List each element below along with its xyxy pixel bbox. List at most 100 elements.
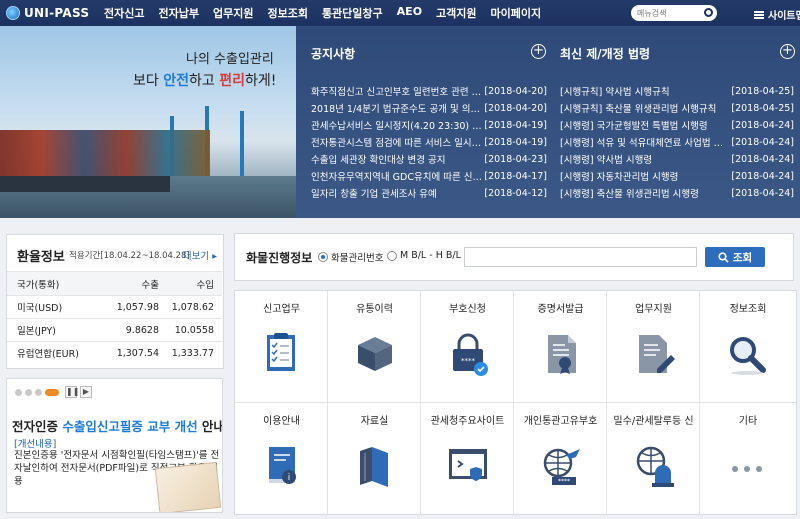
notice-item[interactable]: 2018년 1/4분기 법규준수도 공개 및 의견제... [2018-04-20… [311, 100, 547, 116]
magnifier-icon [730, 337, 766, 375]
table-header-row: 국가(통화) 수출 수입 [7, 271, 222, 295]
menu-search [631, 5, 717, 21]
service-work-support[interactable]: 업무지원 [607, 291, 700, 403]
law-item[interactable]: [시행령] 축산물 위생관리법 시행령 [2018-04-24] [560, 185, 794, 201]
sitemap-button[interactable]: 사이트맵 [754, 7, 800, 22]
notice-item[interactable]: 인천자유무역지역내 GDC유치에 따른 신규 ... [2018-04-17] [311, 168, 547, 184]
more-icon [732, 466, 762, 472]
ship-hull-image [0, 176, 170, 192]
radio-bl-number[interactable]: M B/L - H B/L [387, 250, 461, 261]
laws-section: 최신 제/개정 법령 + [시행규칙] 약사법 시행규칙 [2018-04-25]… [558, 26, 798, 218]
service-code-application[interactable]: 부호신청 **** [421, 291, 514, 403]
search-icon[interactable] [704, 8, 713, 17]
carousel-controls: ❚❚ ▶ [15, 386, 92, 398]
carousel-subtitle: [개선내용] [14, 439, 57, 450]
cargo-search-button[interactable]: 조회 [705, 247, 765, 267]
certificate-icon [548, 335, 576, 374]
svg-text:i: i [288, 473, 291, 483]
menu-item[interactable]: 업무지원 [213, 5, 253, 21]
notice-item[interactable]: 전자통관시스템 점검에 따른 서비스 일시중... [2018-04-19] [311, 134, 547, 150]
menu-item[interactable]: 통관단일창구 [322, 5, 383, 21]
globe-plane-icon: **** [543, 448, 580, 485]
menu-search-input[interactable] [637, 8, 701, 18]
banner-line-2: 보다 안전하고 편리하게! [133, 73, 277, 89]
service-certificate[interactable]: 증명서발급 [514, 291, 607, 403]
law-item[interactable]: [시행규칙] 약사법 시행규칙 [2018-04-25] [560, 83, 794, 99]
svg-text:****: **** [558, 478, 570, 485]
menu-item[interactable]: 마이페이지 [491, 5, 542, 21]
service-personal-customs-code[interactable]: 개인통관고유부호 **** [514, 403, 607, 515]
menu-item[interactable]: 고객지원 [436, 5, 476, 21]
service-guide[interactable]: 이용안내 i [235, 403, 328, 515]
carousel-dot[interactable] [15, 388, 22, 396]
exchange-table: 국가(통화) 수출 수입 미국(USD) 1,057.98 1,078.62 일본(JP… [7, 271, 222, 364]
globe-icon [6, 6, 20, 20]
service-info-lookup[interactable]: 정보조회 [700, 291, 796, 403]
laws-more-icon[interactable]: + [780, 44, 795, 59]
info-book-icon: i [269, 447, 296, 484]
banner-line-1: 나의 수출입관리 [186, 52, 274, 67]
crane-shape [240, 111, 244, 176]
menu-item[interactable]: 전자납부 [158, 5, 198, 21]
cargo-tracking-panel: 화물진행정보 화물관리번호 M B/L - H B/L 조회 [234, 233, 794, 281]
browser-shield-icon [449, 449, 487, 481]
law-item[interactable]: [시행령] 석유 및 석유대체연료 사업법 시... [2018-04-24] [560, 134, 794, 150]
service-customs-sites[interactable]: 관세청주요사이트 [421, 403, 514, 515]
exchange-period: 적용기간[18.04.22~18.04.28] [69, 251, 190, 261]
service-grid: 신고업무 유통이력 부호신청 **** 증명서발급 업무지원 정보조회 이용안내… [234, 290, 797, 515]
service-declaration[interactable]: 신고업무 [235, 291, 328, 403]
law-item[interactable]: [시행령] 국가균형발전 특별법 시행령 [2018-04-24] [560, 117, 794, 133]
table-row: 유럽연합(EUR) 1,307.54 1,333.77 [7, 341, 222, 364]
table-row: 일본(JPY) 9.8628 10.0558 [7, 318, 222, 341]
hamburger-icon [754, 10, 764, 19]
carousel-dot[interactable] [35, 388, 42, 396]
radio-unchecked-icon [387, 250, 397, 261]
lock-icon: **** [453, 333, 488, 376]
logo-text: UNI-PASS [24, 6, 90, 20]
radio-cargo-number[interactable]: 화물관리번호 [318, 250, 383, 264]
menu-item[interactable]: AEO [397, 5, 422, 21]
laws-title[interactable]: 최신 제/개정 법령 [560, 45, 650, 62]
hero-banner[interactable]: 나의 수출입관리 보다 안전하고 편리하게! [0, 26, 296, 218]
service-other[interactable]: 기타 [700, 403, 796, 515]
books-icon [360, 447, 388, 487]
carousel-dot-active[interactable] [45, 388, 59, 396]
law-item[interactable]: [시행규칙] 축산물 위생관리법 시행규칙 [2018-04-25] [560, 100, 794, 116]
law-item[interactable]: [시행령] 약사법 시행령 [2018-04-24] [560, 151, 794, 167]
carousel-dot[interactable] [25, 388, 32, 396]
logo[interactable]: UNI-PASS [6, 6, 94, 20]
service-smuggling-report[interactable]: 밀수/관세탈루등 신 [607, 403, 700, 515]
notice-more-icon[interactable]: + [531, 44, 546, 59]
table-row: 미국(USD) 1,057.98 1,078.62 [7, 295, 222, 318]
sitemap-label: 사이트맵 [768, 11, 800, 22]
notice-item[interactable]: 관세수납서비스 일시정지(4.20 23:30) 안내 [2018-04-19] [311, 117, 547, 133]
notice-section: 공지사항 + 화주직접신고 신고인부호 일련번호 관련 안... [2018-04… [296, 26, 550, 218]
document-image [154, 461, 222, 512]
main-menu: 전자신고 전자납부 업무지원 정보조회 통관단일창구 AEO 고객지원 마이페이… [104, 5, 555, 21]
service-library[interactable]: 자료실 [328, 403, 421, 515]
notice-item[interactable]: 일자리 창출 기업 관세조사 유예 [2018-04-12] [311, 185, 547, 201]
exchange-title: 환율정보 [17, 250, 65, 265]
notice-carousel[interactable]: ❚❚ ▶ 전자인증 수출입신고필증 교부 개선 안내 [개선내용] 진본인증용 … [6, 378, 223, 513]
pause-icon[interactable]: ❚❚ [65, 386, 79, 398]
menu-item[interactable]: 정보조회 [267, 5, 307, 21]
radio-checked-icon [318, 252, 328, 262]
menu-item[interactable]: 전자신고 [104, 5, 144, 21]
service-distribution-history[interactable]: 유통이력 [328, 291, 421, 403]
notice-title[interactable]: 공지사항 [311, 45, 355, 62]
search-icon [718, 251, 729, 263]
top-nav-bar: UNI-PASS 전자신고 전자납부 업무지원 정보조회 통관단일창구 AEO … [0, 0, 800, 26]
notice-item[interactable]: 화주직접신고 신고인부호 일련번호 관련 안... [2018-04-20] [311, 83, 547, 99]
exchange-rate-panel: 환율정보 적용기간[18.04.22~18.04.28] 더보기 ▸ 국가(통화… [6, 234, 224, 369]
law-item[interactable]: [시행령] 자동차관리법 시행령 [2018-04-24] [560, 168, 794, 184]
notice-item[interactable]: 수출입 세관장 확인대상 변경 공지 [2018-04-23] [311, 151, 547, 167]
exchange-more-link[interactable]: 더보기 ▸ [183, 248, 217, 262]
cargo-search-input[interactable] [464, 247, 697, 267]
cargo-title: 화물진행정보 [246, 251, 313, 265]
news-panel: 공지사항 + 화주직접신고 신고인부호 일련번호 관련 안... [2018-04… [296, 26, 800, 218]
play-icon[interactable]: ▶ [80, 386, 92, 398]
checklist-icon [267, 333, 295, 371]
globe-alarm-icon [636, 446, 674, 487]
document-edit-icon [639, 335, 675, 373]
svg-text:****: **** [461, 357, 476, 365]
